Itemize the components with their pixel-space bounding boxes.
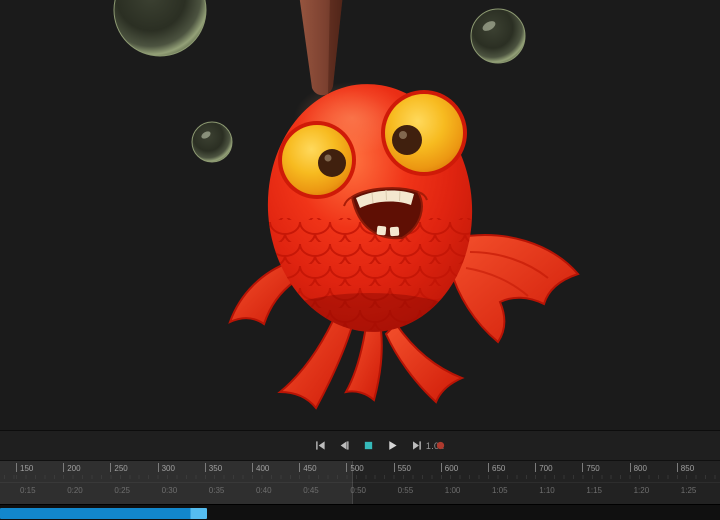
tick-frame-label: 600 <box>445 464 458 473</box>
right-fin <box>450 235 578 342</box>
tick-frame-label: 850 <box>681 464 694 473</box>
timeline-tick: 850 1:25 <box>677 461 720 504</box>
skip-to-start-button[interactable] <box>310 435 332 457</box>
prev-frame-icon <box>339 440 350 451</box>
timeline-ruler[interactable]: 150 0:15 200 0:20 250 0:25 300 0:30 350 0:35 400 0:… <box>0 460 720 504</box>
tick-frame-label: 700 <box>539 464 552 473</box>
tick-time-label: 1:05 <box>492 486 508 495</box>
tick-time-label: 0:40 <box>256 486 272 495</box>
right-eye <box>381 90 467 176</box>
tick-time-label: 0:30 <box>162 486 178 495</box>
play-button[interactable] <box>382 435 404 457</box>
timeline-tick: 350 0:35 <box>205 461 249 504</box>
stop-button[interactable] <box>358 435 380 457</box>
timeline-scrollbar[interactable] <box>0 504 720 520</box>
tick-frame-label: 650 <box>492 464 505 473</box>
tick-time-label: 0:35 <box>209 486 225 495</box>
tick-time-label: 0:45 <box>303 486 319 495</box>
party-cone-hat <box>299 0 343 95</box>
tick-frame-label: 200 <box>67 464 80 473</box>
timeline-tick: 400 0:40 <box>252 461 296 504</box>
timeline-tick: 800 1:20 <box>630 461 674 504</box>
timeline-tick: 750 1:15 <box>582 461 626 504</box>
tick-frame-label: 450 <box>303 464 316 473</box>
tick-time-label: 1:00 <box>445 486 461 495</box>
tick-frame-label: 750 <box>586 464 599 473</box>
timeline-tick: 650 1:05 <box>488 461 532 504</box>
stop-icon <box>363 440 374 451</box>
tick-frame-label: 150 <box>20 464 33 473</box>
tick-frame-label: 300 <box>162 464 175 473</box>
tick-time-label: 0:25 <box>114 486 130 495</box>
animation-canvas[interactable] <box>0 0 720 430</box>
next-frame-icon <box>411 440 422 451</box>
timeline-tick: 700 1:10 <box>535 461 579 504</box>
tick-time-label: 0:50 <box>350 486 366 495</box>
animation-editor-window: 1.0x 150 0:15 200 0:20 250 0:25 300 0:30 350 0:35… <box>0 0 720 520</box>
playback-controls: 1.0x <box>0 430 720 460</box>
tick-time-label: 1:10 <box>539 486 555 495</box>
tick-frame-label: 350 <box>209 464 222 473</box>
timeline-tick: 200 0:20 <box>63 461 107 504</box>
timeline-tick: 550 0:55 <box>394 461 438 504</box>
tick-time-label: 1:20 <box>634 486 650 495</box>
timeline-tick: 450 0:45 <box>299 461 343 504</box>
tick-frame-label: 400 <box>256 464 269 473</box>
timeline-tick: 300 0:30 <box>158 461 202 504</box>
timeline-tick: 600 1:00 <box>441 461 485 504</box>
left-eye <box>278 121 356 199</box>
previous-frame-button[interactable] <box>334 435 356 457</box>
tick-time-label: 1:15 <box>586 486 602 495</box>
timeline-tick: 250 0:25 <box>110 461 154 504</box>
timeline-tick: 150 0:15 <box>16 461 60 504</box>
play-icon <box>387 440 398 451</box>
record-button[interactable] <box>430 435 452 457</box>
tick-time-label: 0:55 <box>398 486 414 495</box>
next-frame-button[interactable] <box>406 435 428 457</box>
transport-button-group <box>310 435 452 457</box>
tick-time-label: 0:15 <box>20 486 36 495</box>
timeline-tick: 500 0:50 <box>346 461 390 504</box>
skip-start-icon <box>315 440 326 451</box>
scrollbar-thumb[interactable] <box>0 508 207 519</box>
record-icon <box>435 440 446 451</box>
tick-frame-label: 500 <box>350 464 363 473</box>
tick-frame-label: 800 <box>634 464 647 473</box>
tick-frame-label: 550 <box>398 464 411 473</box>
tick-frame-label: 250 <box>114 464 127 473</box>
tick-time-label: 0:20 <box>67 486 83 495</box>
tick-time-label: 1:25 <box>681 486 697 495</box>
stage-artwork <box>0 0 720 430</box>
